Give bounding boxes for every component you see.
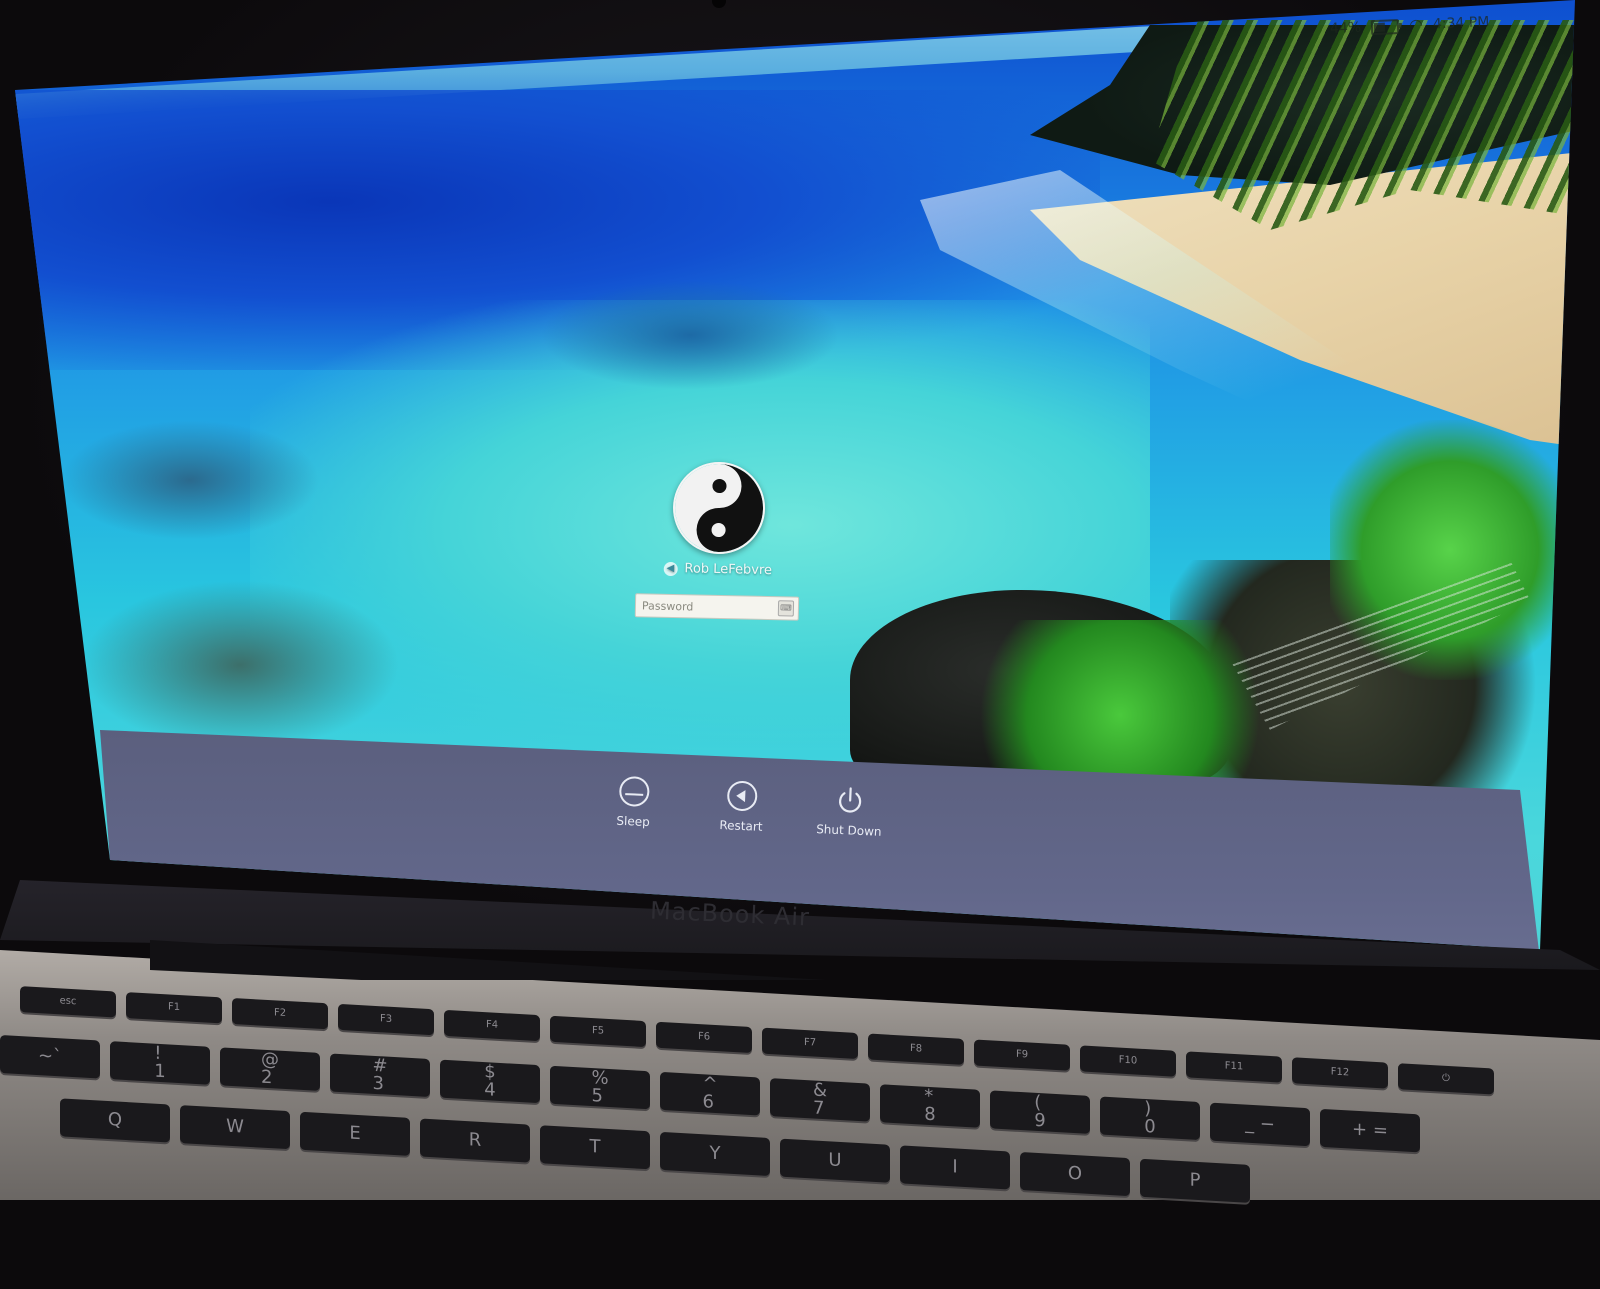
sleep-button[interactable]: Sleep: [598, 775, 670, 830]
restart-button[interactable]: Restart: [706, 780, 778, 835]
sleep-icon: [618, 775, 650, 808]
key[interactable]: ⏻: [1398, 1063, 1494, 1095]
login-panel: ◀ Rob LeFebvre ⌨: [617, 460, 820, 621]
restart-label: Restart: [719, 818, 763, 834]
key[interactable]: F7: [762, 1027, 858, 1059]
key[interactable]: esc: [20, 986, 116, 1018]
key[interactable]: F4: [444, 1009, 540, 1042]
key[interactable]: F2: [232, 997, 328, 1030]
key[interactable]: ^ 6: [660, 1071, 760, 1116]
sleep-label: Sleep: [616, 813, 651, 830]
back-arrow-icon[interactable]: ◀: [663, 561, 678, 576]
key[interactable]: F11: [1186, 1051, 1282, 1083]
shut-down-label: Shut Down: [815, 822, 882, 839]
key[interactable]: P: [1140, 1158, 1250, 1203]
key[interactable]: I: [900, 1145, 1010, 1190]
battery-percent: 44%: [1329, 19, 1362, 37]
key[interactable]: % 5: [550, 1065, 650, 1110]
username-label: Rob LeFebvre: [684, 561, 773, 579]
key[interactable]: & 7: [770, 1078, 870, 1122]
restart-icon: [726, 780, 758, 812]
key[interactable]: @ 2: [220, 1047, 320, 1091]
key[interactable]: U: [780, 1138, 890, 1183]
password-field-wrapper: ⌨: [634, 593, 800, 621]
user-row: ◀ Rob LeFebvre: [663, 561, 772, 578]
user-avatar[interactable]: [672, 461, 766, 555]
password-input[interactable]: [639, 597, 779, 616]
key[interactable]: T: [540, 1125, 650, 1170]
key[interactable]: + =: [1320, 1108, 1420, 1153]
power-icon: [835, 785, 866, 816]
key[interactable]: F1: [126, 992, 222, 1024]
key[interactable]: # 3: [330, 1053, 430, 1098]
key[interactable]: ~`: [0, 1035, 100, 1079]
key[interactable]: F10: [1080, 1045, 1176, 1077]
key[interactable]: W: [180, 1105, 290, 1150]
key[interactable]: O: [1020, 1152, 1130, 1197]
key[interactable]: F8: [868, 1033, 964, 1065]
key[interactable]: Y: [660, 1131, 770, 1177]
key[interactable]: ! 1: [110, 1041, 210, 1085]
key[interactable]: F3: [338, 1003, 434, 1036]
yin-yang-icon: [675, 463, 764, 552]
key[interactable]: ) 0: [1100, 1096, 1200, 1141]
shut-down-button[interactable]: Shut Down: [814, 784, 886, 839]
key[interactable]: * 8: [880, 1084, 980, 1128]
wallpaper-reef: [80, 580, 400, 750]
key[interactable]: F12: [1292, 1057, 1388, 1089]
wallpaper-reef: [540, 280, 840, 390]
battery-icon[interactable]: [1370, 18, 1400, 35]
key[interactable]: R: [420, 1118, 530, 1163]
wifi-icon[interactable]: ◠: [1409, 15, 1424, 35]
keyboard-input-icon[interactable]: ⌨: [777, 600, 795, 617]
key[interactable]: E: [300, 1111, 410, 1156]
key[interactable]: $ 4: [440, 1059, 540, 1104]
key[interactable]: _ −: [1210, 1102, 1310, 1147]
clock: 4:34 PM: [1432, 14, 1490, 33]
key[interactable]: F6: [656, 1021, 752, 1054]
key[interactable]: F5: [550, 1015, 646, 1048]
wallpaper-reef: [60, 420, 320, 540]
key[interactable]: F9: [974, 1039, 1070, 1071]
key[interactable]: Q: [60, 1098, 170, 1143]
key[interactable]: ( 9: [990, 1090, 1090, 1134]
